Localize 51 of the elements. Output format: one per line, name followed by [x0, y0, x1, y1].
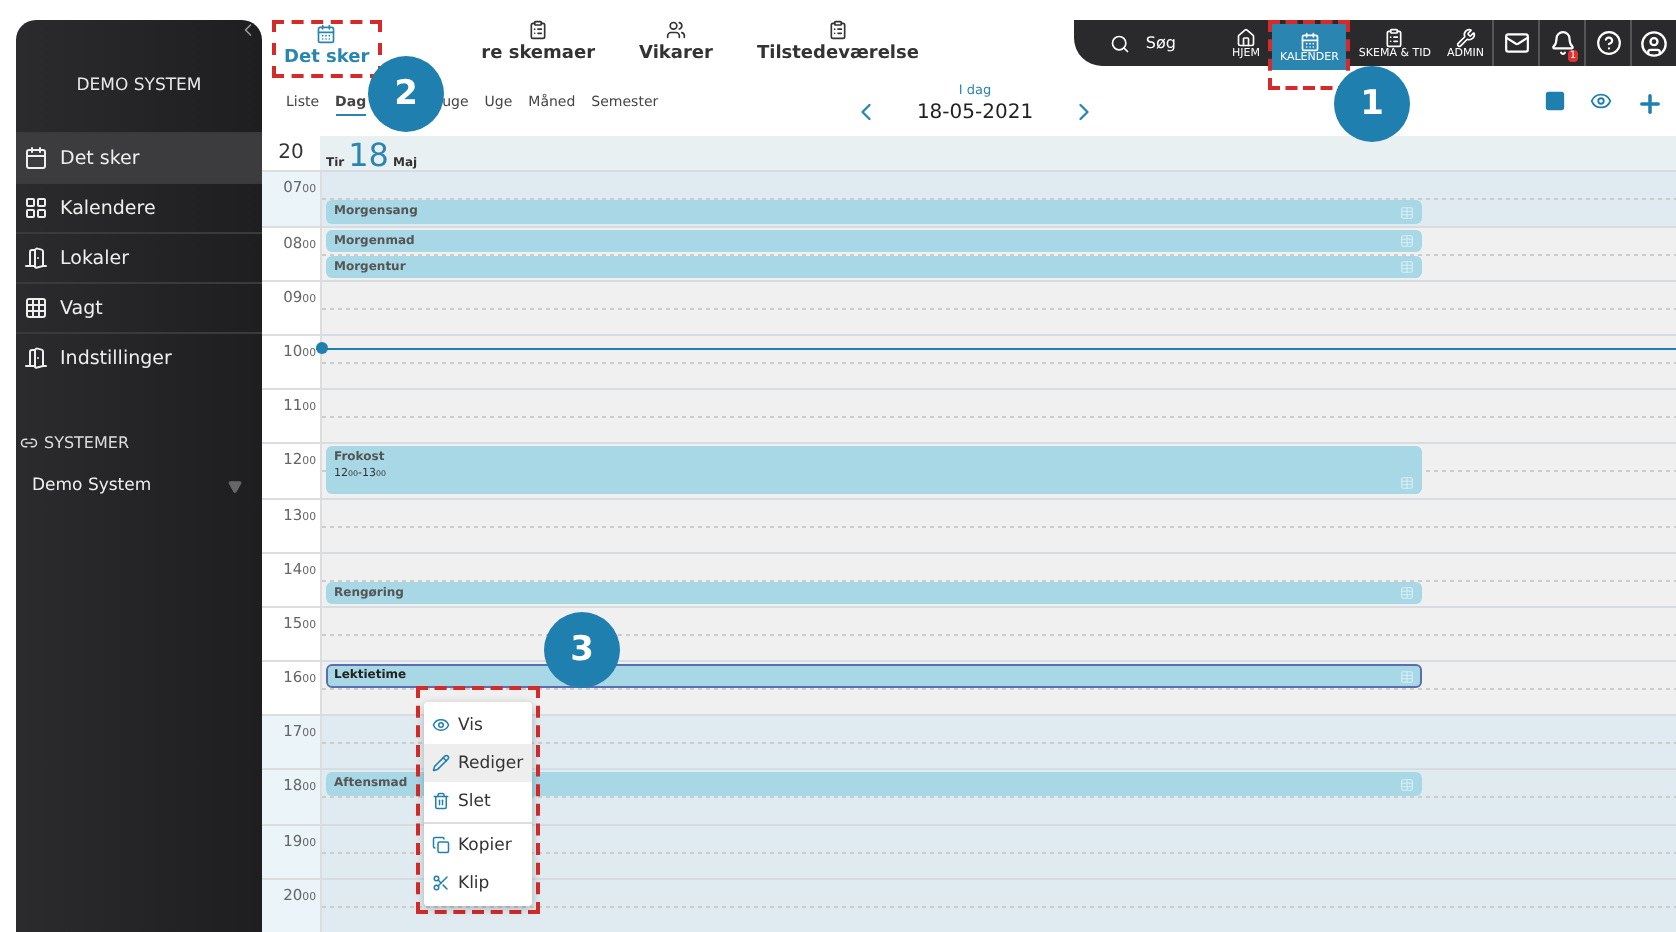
mail-icon [1503, 30, 1529, 56]
table-icon [1400, 777, 1414, 792]
home-icon [1235, 27, 1256, 47]
door-icon [24, 346, 48, 370]
clipboard-icon [1384, 27, 1405, 47]
menu-item[interactable]: Klip [424, 864, 532, 902]
help-icon [1595, 30, 1621, 56]
calendar-icon [24, 146, 48, 170]
door-icon [24, 246, 48, 270]
eye-icon [432, 716, 450, 734]
week-number: 20 [276, 142, 306, 165]
step-marker: 1 [1334, 66, 1410, 142]
menu-item[interactable]: Kopier [424, 826, 532, 864]
bell-icon [1549, 30, 1575, 56]
scissors-icon [432, 874, 450, 892]
tab[interactable]: Det sker [284, 24, 370, 68]
table-icon [1400, 586, 1414, 601]
tab[interactable]: re skemaer [481, 20, 596, 64]
clipboard-icon [827, 20, 848, 40]
calendar-icon [316, 24, 337, 44]
menu-item[interactable]: Rediger [424, 744, 532, 782]
search-button[interactable]: Søg [1109, 20, 1176, 66]
clipboard-icon [528, 20, 549, 40]
tab[interactable]: Tilstedeværelse [756, 20, 919, 64]
grid-icon [24, 296, 48, 320]
system-dropdown[interactable]: Demo System [32, 476, 242, 496]
link-icon [20, 434, 38, 452]
copy-icon [432, 836, 450, 854]
table-icon [1400, 205, 1414, 220]
step-marker: 2 [368, 56, 444, 132]
caret-icon [228, 479, 242, 493]
search-icon [1109, 33, 1130, 53]
people-icon [666, 20, 686, 40]
table-icon [1400, 234, 1414, 249]
pencil-icon [432, 754, 450, 772]
calendar-grid-icon [24, 196, 48, 220]
add-icon[interactable] [1636, 90, 1664, 119]
table-icon [1400, 476, 1414, 491]
tab[interactable]: Vikarer [639, 20, 713, 64]
wrench-icon [1455, 27, 1476, 47]
menu-item[interactable]: Vis [424, 706, 532, 744]
system-title: DEMO SYSTEM [74, 74, 204, 100]
menu-item[interactable]: Slet [424, 782, 532, 820]
date-label: 18-05-2021 [916, 101, 1034, 124]
table-icon [1400, 260, 1414, 275]
calendar-icon [1299, 31, 1320, 51]
trash-icon [432, 792, 450, 810]
sidebar-item[interactable]: Det sker [16, 132, 262, 182]
section-title: SYSTEMER [44, 434, 129, 452]
user-icon [1640, 29, 1668, 57]
table-icon [1400, 669, 1414, 684]
